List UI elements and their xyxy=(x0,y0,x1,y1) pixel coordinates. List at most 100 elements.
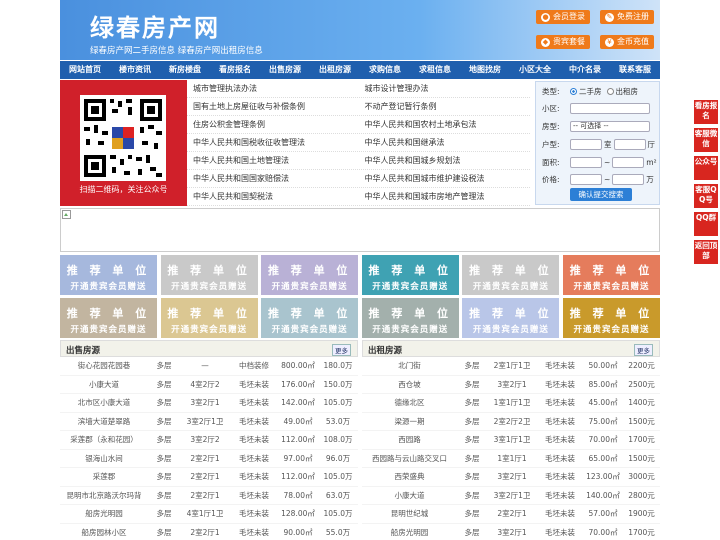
nav-item[interactable]: 小区大全 xyxy=(510,61,560,79)
table-row[interactable]: 银海山水间 多层 2室2厅1 毛坯未装 97.00㎡ 96.0万 xyxy=(60,450,358,468)
listing-name[interactable]: 采莲郡 xyxy=(60,471,148,482)
policy-link[interactable]: 中华人民共和国契税法 xyxy=(187,188,359,205)
table-row[interactable]: 船房光明园 多层 3室2厅1 毛坯未装 70.00㎡ 1700元 xyxy=(362,524,660,540)
table-row[interactable]: 西仓坡 多层 3室2厅1 毛坯未装 85.00㎡ 2500元 xyxy=(362,376,660,394)
listing-name[interactable]: 德缘北区 xyxy=(362,397,457,408)
policy-link[interactable]: 国有土地上房屋征收与补偿条例 xyxy=(187,98,359,115)
community-input[interactable] xyxy=(570,103,650,114)
policy-link[interactable]: 城市管理执法办法 xyxy=(187,80,359,97)
table-row[interactable]: 西荣盛典 多层 3室2厅1 毛坯未装 123.00㎡ 3000元 xyxy=(362,468,660,487)
listing-name[interactable]: 船房光明园 xyxy=(362,527,457,538)
table-row[interactable]: 滨墙大道楚翠路 多层 3室2厅1卫 毛坯未装 49.00㎡ 53.0万 xyxy=(60,413,358,431)
policy-link[interactable]: 中华人民共和国国家赔偿法 xyxy=(187,170,359,187)
table-row[interactable]: 北门街 多层 2室1厅1卫 毛坯未装 50.00㎡ 2200元 xyxy=(362,357,660,376)
table-row[interactable]: 西园路 多层 3室1厅1卫 毛坯未装 70.00㎡ 1700元 xyxy=(362,431,660,450)
register-button[interactable]: ✎ 免费注册 xyxy=(600,10,654,24)
promo-cell[interactable]: 推 荐 单 位开通贵宾会员赠送 xyxy=(563,298,660,338)
policy-link[interactable]: 不动产登记暂行条例 xyxy=(359,98,531,115)
side-float-item[interactable]: 返回顶部 xyxy=(694,240,718,264)
promo-cell[interactable]: 推 荐 单 位开通贵宾会员赠送 xyxy=(60,255,157,295)
hall-select[interactable] xyxy=(613,139,646,150)
listing-name[interactable]: 小康大道 xyxy=(60,379,148,390)
policy-link[interactable]: 城市设计管理办法 xyxy=(359,80,531,97)
policy-link[interactable]: 中华人民共和国继承法 xyxy=(359,134,531,151)
listing-name[interactable]: 昆明市北京路沃尔玛背 xyxy=(60,490,148,501)
side-float-item[interactable]: 看房报名 xyxy=(694,100,718,124)
listing-name[interactable]: 西园路 xyxy=(362,434,457,445)
listing-name[interactable]: 昆明世纪城 xyxy=(362,508,457,519)
nav-item[interactable]: 看房报名 xyxy=(210,61,260,79)
listing-name[interactable]: 北门街 xyxy=(362,360,457,371)
house-select[interactable]: -- 可选择 -- xyxy=(570,121,650,132)
promo-cell[interactable]: 推 荐 单 位开通贵宾会员赠送 xyxy=(361,255,459,295)
listing-name[interactable]: 街心花园花园巷 xyxy=(60,360,148,371)
nav-item[interactable]: 出租房源 xyxy=(310,61,360,79)
login-button[interactable]: ● 会员登录 xyxy=(536,10,590,24)
table-row[interactable]: 昆明世纪城 多层 2室2厅1 毛坯未装 57.00㎡ 1900元 xyxy=(362,505,660,524)
site-logo[interactable]: 绿春房产网 xyxy=(90,8,220,43)
nav-item[interactable]: 楼市资讯 xyxy=(110,61,160,79)
rent-more-link[interactable]: 更多 xyxy=(634,344,653,356)
promo-cell[interactable]: 推 荐 单 位开通贵宾会员赠送 xyxy=(160,255,258,295)
recharge-button[interactable]: ¥ 金币充值 xyxy=(600,35,654,49)
search-submit-button[interactable]: 确认提交搜索 xyxy=(570,188,632,201)
nav-item[interactable]: 出售房源 xyxy=(260,61,310,79)
promo-cell[interactable]: 推 荐 单 位开通贵宾会员赠送 xyxy=(563,255,660,295)
sale-more-link[interactable]: 更多 xyxy=(332,344,351,356)
listing-name[interactable]: 西仓坡 xyxy=(362,379,457,390)
radio-rent[interactable] xyxy=(606,88,614,95)
side-float-item[interactable]: QQ群 xyxy=(694,212,718,236)
policy-link[interactable]: 中华人民共和国城乡规划法 xyxy=(359,152,531,169)
table-row[interactable]: 采莲郡 多层 2室2厅1 毛坯未装 112.00㎡ 105.0万 xyxy=(60,468,358,487)
promo-cell[interactable]: 推 荐 单 位开通贵宾会员赠送 xyxy=(462,255,560,295)
table-row[interactable]: 小康大道 多层 4室2厅2 毛坯未装 176.00㎡ 150.0万 xyxy=(60,376,358,394)
price-max-input[interactable] xyxy=(612,174,645,185)
vip-package-button[interactable]: ◆ 贵宾套餐 xyxy=(536,35,590,49)
listing-name[interactable]: 梁源一期 xyxy=(362,416,457,427)
side-float-item[interactable]: 公众号 xyxy=(694,156,718,180)
promo-cell[interactable]: 推 荐 单 位开通贵宾会员赠送 xyxy=(160,298,258,338)
listing-name[interactable]: 西园路与云山路交叉口 xyxy=(362,453,457,464)
listing-name[interactable]: 采莲郡（永和花园） xyxy=(60,434,148,445)
table-row[interactable]: 街心花园花园巷 多层 — 中档装修 800.00㎡ 180.0万 xyxy=(60,357,358,376)
price-min-input[interactable] xyxy=(570,174,602,185)
promo-cell[interactable]: 推 荐 单 位开通贵宾会员赠送 xyxy=(361,298,459,338)
policy-link[interactable]: 中华人民共和国城市房地产管理法 xyxy=(359,188,531,205)
promo-cell[interactable]: 推 荐 单 位开通贵宾会员赠送 xyxy=(462,298,560,338)
table-row[interactable]: 采莲郡（永和花园） 多层 3室2厅2 毛坯未装 112.00㎡ 108.0万 xyxy=(60,431,358,450)
table-row[interactable]: 梁源一期 多层 2室2厅2卫 毛坯未装 75.00㎡ 1500元 xyxy=(362,413,660,431)
nav-item[interactable]: 联系客服 xyxy=(610,61,660,79)
area-min-input[interactable] xyxy=(570,157,602,168)
policy-link[interactable]: 中华人民共和国土地管理法 xyxy=(187,152,359,169)
policy-link[interactable]: 中华人民共和国农村土地承包法 xyxy=(359,116,531,133)
policy-link[interactable]: 中华人民共和国城市维护建设税法 xyxy=(359,170,531,187)
nav-item[interactable]: 求租信息 xyxy=(410,61,460,79)
nav-item[interactable]: 新房楼盘 xyxy=(160,61,210,79)
table-row[interactable]: 西园路与云山路交叉口 多层 1室1厅1 毛坯未装 65.00㎡ 1500元 xyxy=(362,450,660,468)
area-max-input[interactable] xyxy=(612,157,645,168)
listing-name[interactable]: 船房园林小区 xyxy=(60,527,148,538)
nav-item[interactable]: 求购信息 xyxy=(360,61,410,79)
table-row[interactable]: 德缘北区 多层 1室1厅1卫 毛坯未装 45.00㎡ 1400元 xyxy=(362,394,660,413)
table-row[interactable]: 昆明市北京路沃尔玛背 多层 2室2厅1 毛坯未装 78.00㎡ 63.0万 xyxy=(60,487,358,505)
table-row[interactable]: 北市区小康大道 多层 3室2厅1 毛坯未装 142.00㎡ 105.0万 xyxy=(60,394,358,413)
table-row[interactable]: 小康大道 多层 3室2厅1卫 毛坯未装 140.00㎡ 2800元 xyxy=(362,487,660,505)
listing-name[interactable]: 小康大道 xyxy=(362,490,457,501)
listing-name[interactable]: 银海山水间 xyxy=(60,453,148,464)
promo-cell[interactable]: 推 荐 单 位开通贵宾会员赠送 xyxy=(261,298,359,338)
side-float-item[interactable]: 客服微信 xyxy=(694,128,718,152)
nav-item[interactable]: 地图找房 xyxy=(460,61,510,79)
nav-item[interactable]: 网站首页 xyxy=(60,61,110,79)
side-float-item[interactable]: 客服QQ号 xyxy=(694,184,718,208)
listing-name[interactable]: 西荣盛典 xyxy=(362,471,457,482)
listing-name[interactable]: 滨墙大道楚翠路 xyxy=(60,416,148,427)
table-row[interactable]: 船房光明园 多层 4室1厅1卫 毛坯未装 128.00㎡ 105.0万 xyxy=(60,505,358,524)
radio-secondhand[interactable] xyxy=(570,88,577,95)
listing-name[interactable]: 北市区小康大道 xyxy=(60,397,148,408)
promo-cell[interactable]: 推 荐 单 位开通贵宾会员赠送 xyxy=(261,255,359,295)
table-row[interactable]: 船房园林小区 多层 2室2厅1 毛坯未装 90.00㎡ 55.0万 xyxy=(60,524,358,540)
policy-link[interactable]: 住房公积金管理条例 xyxy=(187,116,359,133)
nav-item[interactable]: 中介名录 xyxy=(560,61,610,79)
promo-cell[interactable]: 推 荐 单 位开通贵宾会员赠送 xyxy=(60,298,157,338)
room-select[interactable] xyxy=(570,139,602,150)
